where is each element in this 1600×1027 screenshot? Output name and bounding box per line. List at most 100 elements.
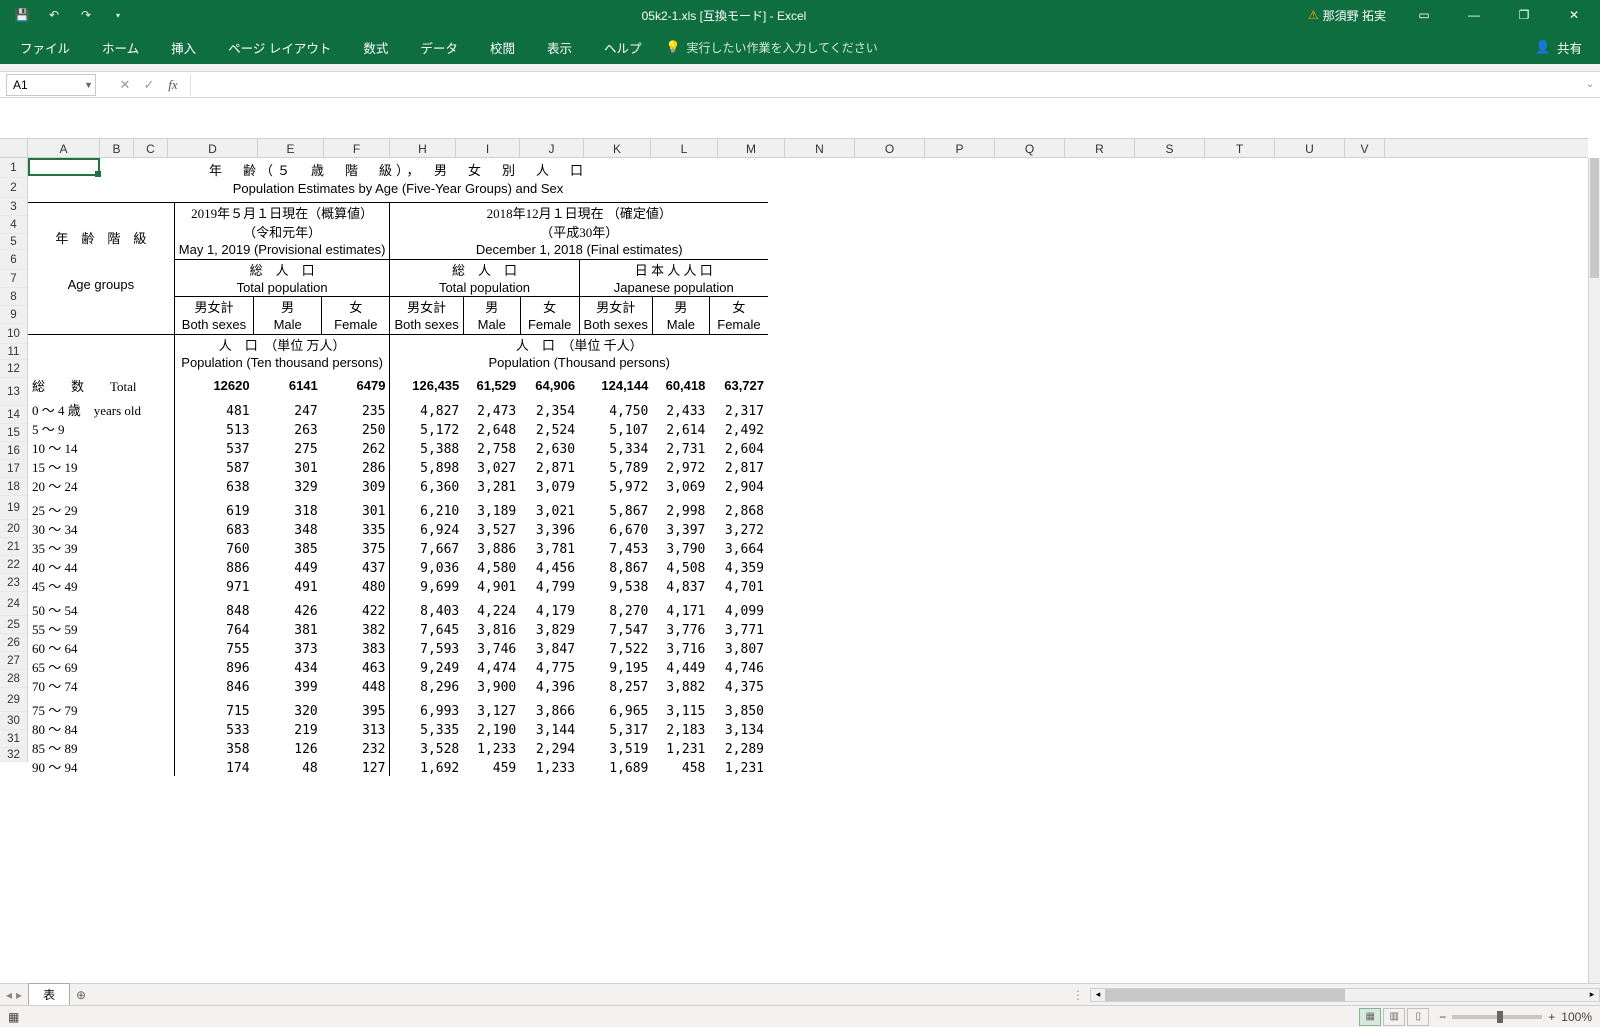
scrollbar-thumb[interactable] xyxy=(1590,158,1599,278)
row-header-14[interactable]: 14 xyxy=(0,406,27,424)
expand-formula-icon[interactable]: ⌄ xyxy=(1580,79,1600,90)
tab-data[interactable]: データ xyxy=(404,30,474,64)
tab-help[interactable]: ヘルプ xyxy=(588,30,658,64)
col-header-M[interactable]: M xyxy=(718,139,785,157)
sheet-nav[interactable]: ◂▸ xyxy=(0,988,28,1002)
row-header-16[interactable]: 16 xyxy=(0,442,27,460)
row-header-15[interactable]: 15 xyxy=(0,424,27,442)
row-header-7[interactable]: 7 xyxy=(0,270,27,288)
tab-split-icon[interactable]: ⋮ xyxy=(1072,988,1084,1002)
name-box[interactable]: A1▼ xyxy=(6,74,96,96)
row-header-22[interactable]: 22 xyxy=(0,556,27,574)
zoom-out-button[interactable]: − xyxy=(1439,1010,1446,1024)
normal-view-button[interactable]: ▦ xyxy=(1359,1008,1381,1026)
account-user[interactable]: ⚠那須野 拓実 xyxy=(1308,7,1386,24)
col-header-V[interactable]: V xyxy=(1345,139,1385,157)
col-header-F[interactable]: F xyxy=(324,139,390,157)
cancel-formula-icon[interactable]: ✕ xyxy=(114,75,136,95)
tab-review[interactable]: 校閲 xyxy=(474,30,531,64)
row-header-29[interactable]: 29 xyxy=(0,688,27,712)
tab-formula[interactable]: 数式 xyxy=(347,30,404,64)
hscroll-left-icon[interactable]: ◂ xyxy=(1091,989,1105,1000)
nav-next-icon[interactable]: ▸ xyxy=(16,988,22,1002)
row-header-1[interactable]: 1 xyxy=(0,158,27,178)
col-header-B[interactable]: B xyxy=(100,139,134,157)
col-header-K[interactable]: K xyxy=(584,139,651,157)
tab-insert[interactable]: 挿入 xyxy=(155,30,212,64)
tell-me-search[interactable]: 💡実行したい作業を入力してください xyxy=(665,39,877,56)
col-header-P[interactable]: P xyxy=(925,139,995,157)
row-header-10[interactable]: 10 xyxy=(0,324,27,344)
col-header-Q[interactable]: Q xyxy=(995,139,1065,157)
tab-home[interactable]: ホーム xyxy=(86,30,155,64)
sheet-tab-active[interactable]: 表 xyxy=(28,983,70,1005)
col-header-E[interactable]: E xyxy=(258,139,324,157)
tab-file[interactable]: ファイル xyxy=(4,30,86,64)
row-header-24[interactable]: 24 xyxy=(0,592,27,616)
zoom-slider[interactable] xyxy=(1452,1015,1542,1019)
col-header-A[interactable]: A xyxy=(28,139,100,157)
page-layout-view-button[interactable]: ▥ xyxy=(1383,1008,1405,1026)
row-header-28[interactable]: 28 xyxy=(0,670,27,688)
col-header-I[interactable]: I xyxy=(456,139,520,157)
col-header-U[interactable]: U xyxy=(1275,139,1345,157)
save-icon[interactable]: 💾 xyxy=(8,4,36,26)
row-header-25[interactable]: 25 xyxy=(0,616,27,634)
row-header-2[interactable]: 2 xyxy=(0,178,27,198)
row-header-3[interactable]: 3 xyxy=(0,198,27,216)
select-all-button[interactable] xyxy=(0,139,28,157)
row-header-18[interactable]: 18 xyxy=(0,478,27,496)
row-header-21[interactable]: 21 xyxy=(0,538,27,556)
zoom-slider-thumb[interactable] xyxy=(1497,1011,1503,1023)
nav-prev-icon[interactable]: ◂ xyxy=(6,988,12,1002)
share-button[interactable]: 👤共有 xyxy=(1521,38,1596,57)
row-header-31[interactable]: 31 xyxy=(0,730,27,748)
row-header-23[interactable]: 23 xyxy=(0,574,27,592)
col-header-D[interactable]: D xyxy=(168,139,258,157)
zoom-in-button[interactable]: + xyxy=(1548,1010,1555,1024)
cell-grid[interactable]: 年 齢（５ 歳 階 級）， 男 女 別 人 口 Population Estim… xyxy=(28,158,1588,983)
undo-icon[interactable]: ↶ xyxy=(40,4,68,26)
row-header-30[interactable]: 30 xyxy=(0,712,27,730)
zoom-level[interactable]: 100% xyxy=(1561,1010,1592,1024)
row-header-5[interactable]: 5 xyxy=(0,234,27,250)
close-button[interactable]: ✕ xyxy=(1552,0,1596,30)
row-header-13[interactable]: 13 xyxy=(0,378,27,406)
row-header-12[interactable]: 12 xyxy=(0,360,27,378)
col-header-L[interactable]: L xyxy=(651,139,718,157)
tab-layout[interactable]: ページ レイアウト xyxy=(212,30,347,64)
redo-icon[interactable]: ↷ xyxy=(72,4,100,26)
page-break-view-button[interactable]: ▯ xyxy=(1407,1008,1429,1026)
row-header-32[interactable]: 32 xyxy=(0,748,27,762)
col-header-C[interactable]: C xyxy=(134,139,168,157)
hscroll-right-icon[interactable]: ▸ xyxy=(1585,989,1599,1000)
row-header-27[interactable]: 27 xyxy=(0,652,27,670)
row-header-11[interactable]: 11 xyxy=(0,344,27,360)
col-header-J[interactable]: J xyxy=(520,139,584,157)
row-header-6[interactable]: 6 xyxy=(0,250,27,270)
qat-customize-icon[interactable]: ▾ xyxy=(104,4,132,26)
maximize-button[interactable]: ❐ xyxy=(1502,0,1546,30)
horizontal-scrollbar[interactable]: ◂ ▸ xyxy=(1090,988,1600,1002)
tab-view[interactable]: 表示 xyxy=(531,30,588,64)
formula-input[interactable] xyxy=(190,74,1580,96)
chevron-down-icon[interactable]: ▼ xyxy=(84,80,93,90)
fx-icon[interactable]: fx xyxy=(162,75,184,95)
new-sheet-button[interactable]: ⊕ xyxy=(70,988,92,1002)
row-header-9[interactable]: 9 xyxy=(0,306,27,324)
col-header-R[interactable]: R xyxy=(1065,139,1135,157)
col-header-O[interactable]: O xyxy=(855,139,925,157)
minimize-button[interactable]: — xyxy=(1452,0,1496,30)
accept-formula-icon[interactable]: ✓ xyxy=(138,75,160,95)
row-header-17[interactable]: 17 xyxy=(0,460,27,478)
row-header-8[interactable]: 8 xyxy=(0,288,27,306)
row-header-4[interactable]: 4 xyxy=(0,216,27,234)
col-header-H[interactable]: H xyxy=(390,139,456,157)
ribbon-options-icon[interactable]: ▭ xyxy=(1402,0,1446,30)
row-header-20[interactable]: 20 xyxy=(0,520,27,538)
col-header-S[interactable]: S xyxy=(1135,139,1205,157)
row-header-19[interactable]: 19 xyxy=(0,496,27,520)
hscroll-thumb[interactable] xyxy=(1105,989,1345,1001)
vertical-scrollbar[interactable] xyxy=(1588,158,1600,983)
col-header-N[interactable]: N xyxy=(785,139,855,157)
